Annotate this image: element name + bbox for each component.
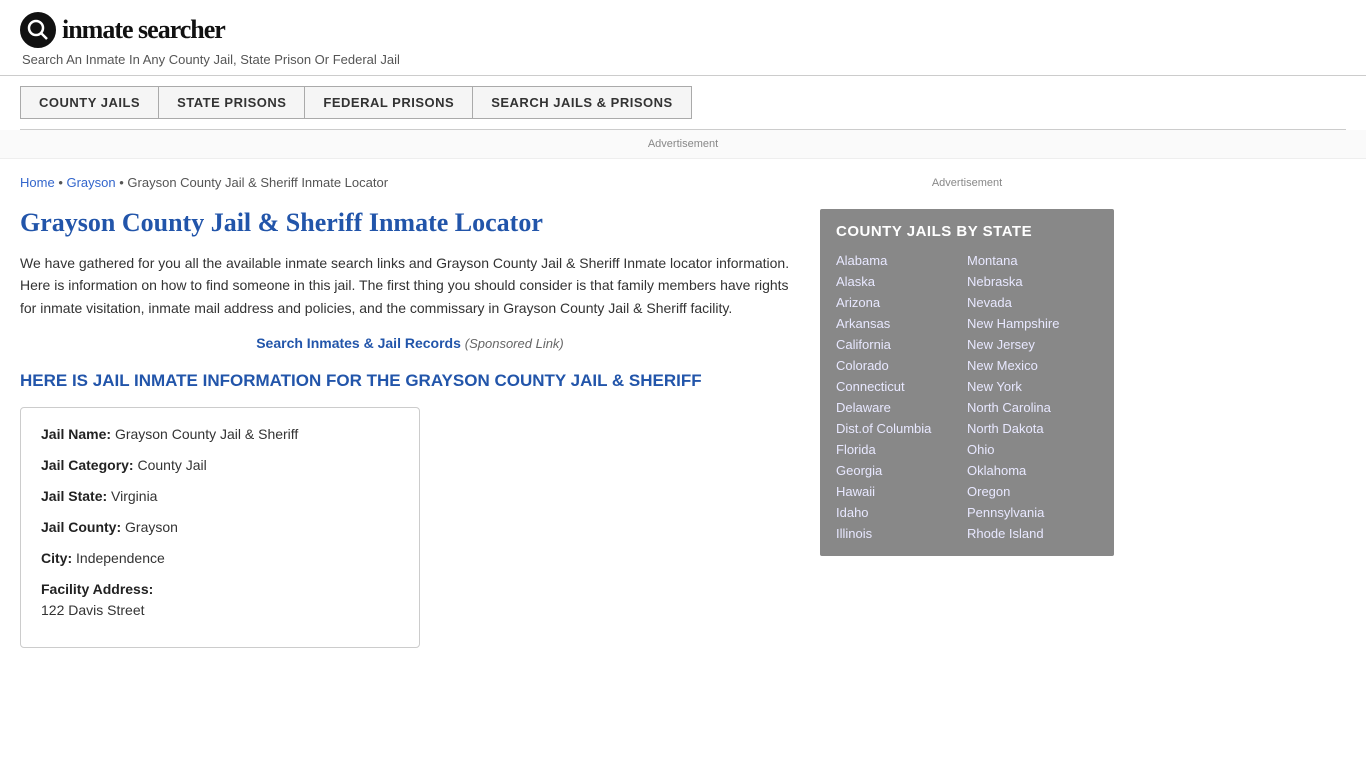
state-link-connecticut[interactable]: Connecticut — [836, 378, 967, 395]
county-jails-by-state-box: COUNTY JAILS BY STATE Alabama Alaska Arizo… — [820, 209, 1114, 556]
jail-county-value: Grayson — [125, 519, 178, 535]
state-box-title: COUNTY JAILS BY STATE — [836, 223, 1098, 240]
state-link-new-mexico[interactable]: New Mexico — [967, 357, 1098, 374]
breadcrumb-home[interactable]: Home — [20, 175, 55, 190]
state-link-georgia[interactable]: Georgia — [836, 462, 967, 479]
state-link-pennsylvania[interactable]: Pennsylvania — [967, 504, 1098, 521]
logo-area: inmate searcher — [20, 12, 1346, 48]
state-link-hawaii[interactable]: Hawaii — [836, 483, 967, 500]
state-link-new-jersey[interactable]: New Jersey — [967, 336, 1098, 353]
jail-name-value: Grayson County Jail & Sheriff — [115, 426, 298, 442]
info-card: Jail Name: Grayson County Jail & Sheriff… — [20, 407, 420, 648]
breadcrumb: Home • Grayson • Grayson County Jail & S… — [20, 175, 800, 190]
section-heading: HERE IS JAIL INMATE INFORMATION FOR THE … — [20, 369, 800, 393]
jail-state-label: Jail State: — [41, 488, 107, 504]
tagline: Search An Inmate In Any County Jail, Sta… — [22, 52, 1346, 67]
breadcrumb-parent[interactable]: Grayson — [66, 175, 115, 190]
state-link-california[interactable]: California — [836, 336, 967, 353]
state-link-idaho[interactable]: Idaho — [836, 504, 967, 521]
info-row-jail-name: Jail Name: Grayson County Jail & Sheriff — [41, 424, 399, 445]
state-link-nebraska[interactable]: Nebraska — [967, 273, 1098, 290]
state-link-dist.of-columbia[interactable]: Dist.of Columbia — [836, 420, 967, 437]
header: inmate searcher Search An Inmate In Any … — [0, 0, 1366, 76]
jail-name-label: Jail Name: — [41, 426, 111, 442]
jail-category-value: County Jail — [137, 457, 206, 473]
nav-search-jails[interactable]: SEARCH JAILS & PRISONS — [473, 86, 691, 119]
state-link-montana[interactable]: Montana — [967, 252, 1098, 269]
state-link-delaware[interactable]: Delaware — [836, 399, 967, 416]
info-row-jail-state: Jail State: Virginia — [41, 486, 399, 507]
sidebar-ad: Advertisement — [820, 169, 1114, 197]
city-value: Independence — [76, 550, 165, 566]
site-logo-text[interactable]: inmate searcher — [62, 15, 225, 45]
jail-county-label: Jail County: — [41, 519, 121, 535]
state-link-florida[interactable]: Florida — [836, 441, 967, 458]
state-link-oklahoma[interactable]: Oklahoma — [967, 462, 1098, 479]
sidebar: Advertisement COUNTY JAILS BY STATE Alab… — [820, 159, 1130, 668]
logo-text-span: inmate searcher — [62, 15, 225, 44]
city-label: City: — [41, 550, 72, 566]
state-link-arizona[interactable]: Arizona — [836, 294, 967, 311]
state-link-north-carolina[interactable]: North Carolina — [967, 399, 1098, 416]
state-col-right: Montana Nebraska Nevada New Hampshire New Je… — [967, 252, 1098, 542]
jail-category-label: Jail Category: — [41, 457, 134, 473]
page-title: Grayson County Jail & Sheriff Inmate Loc… — [20, 208, 800, 238]
sponsored-label: (Sponsored Link) — [465, 336, 564, 351]
state-link-new-hampshire[interactable]: New Hampshire — [967, 315, 1098, 332]
state-link-oregon[interactable]: Oregon — [967, 483, 1098, 500]
state-link-alaska[interactable]: Alaska — [836, 273, 967, 290]
state-link-arkansas[interactable]: Arkansas — [836, 315, 967, 332]
page-description: We have gathered for you all the availab… — [20, 252, 800, 319]
state-link-new-york[interactable]: New York — [967, 378, 1098, 395]
breadcrumb-current: Grayson County Jail & Sheriff Inmate Loc… — [127, 175, 388, 190]
nav-bar: COUNTY JAILS STATE PRISONS FEDERAL PRISO… — [0, 76, 1366, 129]
state-link-nevada[interactable]: Nevada — [967, 294, 1098, 311]
sponsored-link-anchor[interactable]: Search Inmates & Jail Records — [256, 335, 461, 351]
info-row-jail-county: Jail County: Grayson — [41, 517, 399, 538]
nav-county-jails[interactable]: COUNTY JAILS — [20, 86, 159, 119]
state-link-illinois[interactable]: Illinois — [836, 525, 967, 542]
state-link-colorado[interactable]: Colorado — [836, 357, 967, 374]
state-link-north-dakota[interactable]: North Dakota — [967, 420, 1098, 437]
sponsored-link-area: Search Inmates & Jail Records (Sponsored… — [20, 335, 800, 351]
main-layout: Home • Grayson • Grayson County Jail & S… — [0, 159, 1366, 668]
nav-federal-prisons[interactable]: FEDERAL PRISONS — [305, 86, 473, 119]
info-row-city: City: Independence — [41, 548, 399, 569]
jail-state-value: Virginia — [111, 488, 157, 504]
state-link-alabama[interactable]: Alabama — [836, 252, 967, 269]
nav-state-prisons[interactable]: STATE PRISONS — [159, 86, 305, 119]
main-content: Home • Grayson • Grayson County Jail & S… — [0, 159, 820, 668]
logo-icon — [20, 12, 56, 48]
state-link-ohio[interactable]: Ohio — [967, 441, 1098, 458]
state-columns: Alabama Alaska Arizona Arkansas California Co… — [836, 252, 1098, 542]
facility-address-label: Facility Address: — [41, 581, 153, 597]
state-col-left: Alabama Alaska Arizona Arkansas California Co… — [836, 252, 967, 542]
info-row-facility-address: Facility Address: 122 Davis Street — [41, 579, 399, 621]
state-link-rhode-island[interactable]: Rhode Island — [967, 525, 1098, 542]
info-row-jail-category: Jail Category: County Jail — [41, 455, 399, 476]
advertisement-bar: Advertisement — [0, 130, 1366, 159]
facility-address-value: 122 Davis Street — [41, 600, 399, 621]
